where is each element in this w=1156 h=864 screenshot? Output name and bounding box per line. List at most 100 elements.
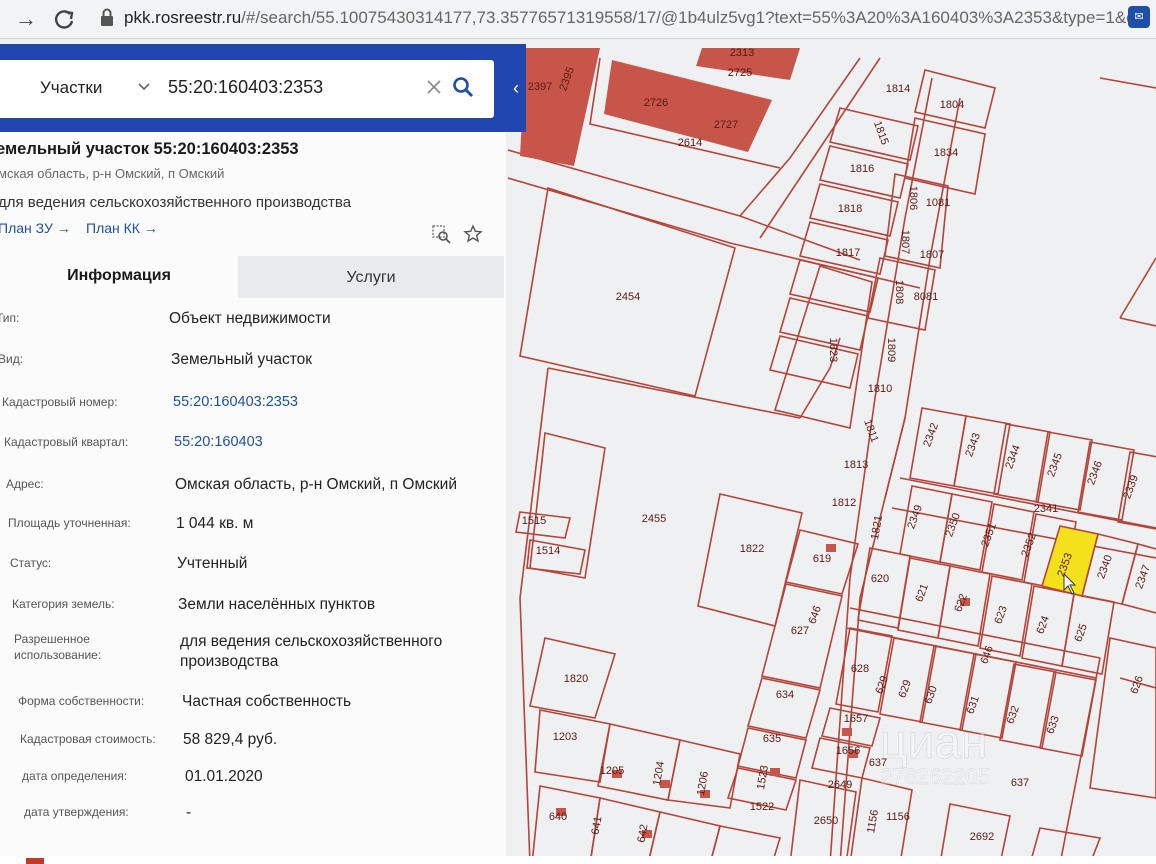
parcel-number-label: 1820 <box>564 673 588 685</box>
boundary-line <box>899 477 1156 529</box>
building-marker <box>842 728 852 736</box>
taskbar-app-icon[interactable] <box>26 858 44 864</box>
parcel-number-label: 1823 <box>827 338 839 362</box>
field-value: - <box>186 804 192 821</box>
parcel-number-label: 1822 <box>740 543 764 555</box>
parcel-boundary[interactable] <box>909 407 967 487</box>
parcel-number-label: 1808 <box>893 280 905 304</box>
parcel-boundary[interactable] <box>857 547 911 629</box>
field-value: Частная собственность <box>182 693 352 710</box>
object-region: мская область, р-н Омский, п Омский <box>0 166 225 181</box>
parcel-boundary[interactable] <box>534 709 611 783</box>
zoom-to-object-icon[interactable] <box>431 224 451 244</box>
parcel-number-label: 635 <box>763 733 781 745</box>
parcel-number-label: 1807 <box>920 249 944 261</box>
field-label: Кадастровый квартал: <box>4 435 129 449</box>
parcel-number-label: 1523 <box>755 764 771 790</box>
parcel-boundary[interactable] <box>597 723 681 801</box>
parcel-boundary[interactable] <box>697 493 803 627</box>
parcel-number-label: 1834 <box>934 147 958 159</box>
plan-kk-label: План КК <box>86 220 140 236</box>
parcel-number-label: 2650 <box>814 815 838 827</box>
extension-icon[interactable]: ✉ <box>1128 6 1150 28</box>
object-purpose: для ведения сельскохозяйственного произв… <box>0 194 352 211</box>
boundary-line <box>839 417 906 864</box>
field-value: Земельный участок <box>171 351 313 368</box>
parcel-number-label: 2347 <box>1133 563 1153 590</box>
search-filter-select[interactable]: Участки <box>40 78 102 98</box>
taskbar <box>0 856 1156 864</box>
parcel-number-label: 2352 <box>1019 531 1039 558</box>
parcel-number-label: 1205 <box>600 765 624 777</box>
parcel-number-label: 626 <box>1128 674 1146 695</box>
field-value: 58 829,4 руб. <box>183 731 278 748</box>
parcel-number-label: 2649 <box>828 779 852 791</box>
building-marker <box>770 768 780 776</box>
parcel-number-label: 1815 <box>871 119 891 146</box>
chevron-down-icon[interactable] <box>137 82 151 92</box>
field-label: дата определения: <box>22 769 128 783</box>
search-input[interactable]: 55:20:160403:2353 <box>168 77 323 98</box>
parcel-boundary[interactable] <box>778 297 869 351</box>
address-bar[interactable]: pkk.rosreestr.ru/#/search/55.10075430314… <box>124 8 1144 28</box>
field-value: 1 044 кв. м <box>176 515 254 532</box>
field-label: Разрешенное использование: <box>14 632 102 662</box>
parcel-number-label: 634 <box>776 689 794 701</box>
parcel-boundary[interactable] <box>746 677 822 739</box>
star-icon[interactable] <box>463 224 483 244</box>
field-label: Форма собственности: <box>18 694 145 708</box>
arrow-right-icon: → <box>143 220 158 236</box>
search-panel-header: Участки 55:20:160403:2353 ‹ <box>0 44 526 132</box>
forward-button[interactable]: → <box>12 5 40 33</box>
parcel-number-label: 2692 <box>970 831 994 843</box>
collapse-panel-button[interactable]: ‹ <box>506 68 526 108</box>
boundary-line <box>1119 317 1156 327</box>
parcel-number-label: 1203 <box>553 731 577 743</box>
search-icon[interactable] <box>452 76 474 98</box>
building-marker <box>826 544 836 552</box>
parcel-number-label: 622 <box>952 592 970 613</box>
parcel-boundary[interactable] <box>788 259 879 313</box>
tab-information[interactable]: Информация <box>0 254 238 298</box>
parcel-number-label: 1657 <box>844 713 868 725</box>
search-box[interactable]: Участки 55:20:160403:2353 <box>0 60 494 118</box>
lock-icon[interactable] <box>100 8 114 28</box>
boundary-line <box>739 57 861 217</box>
parcel-number-label: 1818 <box>838 203 862 215</box>
parcel-number-label: 1807 <box>899 230 911 254</box>
close-icon[interactable] <box>425 78 443 96</box>
boundary-line <box>1099 77 1156 89</box>
parcel-number-label: 8081 <box>914 291 938 303</box>
parcel-number-label: 1812 <box>832 497 856 509</box>
parcel-boundary[interactable] <box>531 785 601 864</box>
parcel-number-label: 2342 <box>921 421 941 448</box>
parcel-boundary[interactable] <box>773 265 873 429</box>
tab-services[interactable]: Услуги <box>238 256 504 298</box>
building-shape[interactable] <box>520 48 600 166</box>
parcel-number-label: 1816 <box>850 163 874 175</box>
field-label: Адрес: <box>6 477 44 491</box>
boundary-line <box>1119 257 1156 319</box>
parcel-boundary[interactable] <box>993 423 1051 503</box>
parcel-number-label: 630 <box>922 684 940 705</box>
parcel-number-label: 627 <box>791 625 809 637</box>
field-label: Категория земель: <box>12 597 115 611</box>
reload-icon[interactable] <box>50 5 78 33</box>
cadastral-number-link[interactable]: 55:20:160403:2353 <box>173 394 298 410</box>
field-label: Тип: <box>0 311 20 325</box>
parcel-number-label: 642 <box>636 823 651 843</box>
plan-kk-link[interactable]: План КК → <box>86 220 158 236</box>
plan-zu-link[interactable]: План ЗУ → <box>0 220 71 236</box>
browser-toolbar: → pkk.rosreestr.ru/#/search/55.100754303… <box>0 0 1156 39</box>
object-info-panel: емельный участок 55:20:160403:2353 мская… <box>0 132 506 864</box>
parcel-number-label: 1156 <box>865 809 881 834</box>
parcel-boundary[interactable] <box>768 335 859 389</box>
parcel-number-label: 641 <box>590 815 605 835</box>
watermark-phone: 278262205 <box>880 764 990 789</box>
parcel-number-label: 640 <box>549 811 567 823</box>
parcel-number-label: 1817 <box>836 247 860 259</box>
parcel-boundary[interactable] <box>828 107 919 161</box>
cadastral-quarter-link[interactable]: 55:20:160403 <box>174 434 263 450</box>
parcel-number-label: 621 <box>913 582 931 603</box>
parcel-boundary[interactable] <box>1035 431 1093 511</box>
